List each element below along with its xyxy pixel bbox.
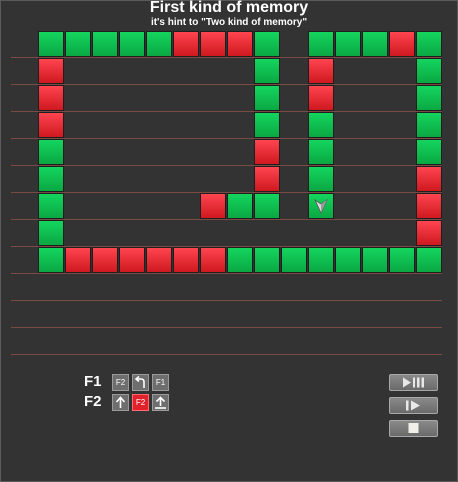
board-tile-green (38, 247, 64, 273)
board-tile-red (254, 139, 280, 165)
board-tile-red (416, 193, 442, 219)
board-tile-green (362, 247, 388, 273)
board-tile-red (200, 31, 226, 57)
stop-icon (408, 423, 419, 433)
board-tile-green (227, 247, 253, 273)
board-tile-green (254, 58, 280, 84)
stop-button[interactable] (389, 420, 438, 437)
f2-slot-3[interactable] (152, 394, 169, 411)
board-tile-red (416, 166, 442, 192)
board-tile-green (38, 166, 64, 192)
board-tile-green (362, 31, 388, 57)
board-tile-green (416, 139, 442, 165)
board-tile-red (416, 220, 442, 246)
f2-slot-2-call-f2[interactable]: F2 (132, 394, 149, 411)
board-tile-green (416, 85, 442, 111)
board-tile-green (227, 193, 253, 219)
function-f2-label: F2 (84, 393, 102, 410)
f1-slot-3-call-f1[interactable]: F1 (152, 374, 169, 391)
board-tile-red (92, 247, 118, 273)
board-tile-green (416, 31, 442, 57)
board-tile-green (308, 112, 334, 138)
board-tile-green (308, 247, 334, 273)
board-tile-red (173, 247, 199, 273)
function-f1-label: F1 (84, 373, 102, 390)
board-tile-red (38, 112, 64, 138)
game-board (38, 31, 443, 274)
board-tile-red (200, 193, 226, 219)
board-tile-green (92, 31, 118, 57)
board-tile-red (308, 58, 334, 84)
board-tile-green (416, 112, 442, 138)
board-tile-red (65, 247, 91, 273)
puzzle-subtitle: it's hint to "Two kind of memory" (150, 17, 308, 28)
board-tile-red (227, 31, 253, 57)
board-tile-green (389, 247, 415, 273)
board-tile-red (38, 58, 64, 84)
turn-left-icon (134, 375, 145, 388)
board-tile-green (38, 193, 64, 219)
board-tile-red (308, 85, 334, 111)
board-tile-green (38, 31, 64, 57)
slot-label: F1 (155, 378, 166, 387)
grid-line (11, 327, 442, 328)
board-tile-green (254, 193, 280, 219)
board-tile-green (335, 247, 361, 273)
paint-up-icon (155, 396, 166, 409)
robot-arrow-icon (311, 196, 331, 216)
play-pause-icon (403, 377, 424, 388)
slot-label: F2 (115, 378, 126, 387)
grid-line (11, 300, 442, 301)
board-tile-red (254, 166, 280, 192)
board-tile-green (281, 247, 307, 273)
f1-slot-1-call-f2[interactable]: F2 (112, 374, 129, 391)
grid-line (11, 354, 442, 355)
board-tile-red (146, 247, 172, 273)
board-tile-green (416, 247, 442, 273)
board-tile-red (389, 31, 415, 57)
board-tile-green (254, 112, 280, 138)
f2-slot-1[interactable] (112, 394, 129, 411)
step-icon (406, 400, 420, 411)
step-button[interactable] (389, 397, 438, 414)
board-tile-red (119, 247, 145, 273)
board-tile-green (416, 58, 442, 84)
board-tile-green (38, 139, 64, 165)
board-tile-green (308, 166, 334, 192)
board-tile-green (254, 31, 280, 57)
board-tile-green (38, 220, 64, 246)
arrow-up-icon (115, 396, 126, 408)
board-tile-green (146, 31, 172, 57)
board-tile-green (308, 139, 334, 165)
f1-slot-2[interactable] (132, 374, 149, 391)
board-tile-green (335, 31, 361, 57)
play-pause-button[interactable] (389, 374, 438, 391)
puzzle-title: First kind of memory (149, 0, 309, 16)
slot-label: F2 (135, 398, 146, 407)
board-tile-red (173, 31, 199, 57)
board-tile-green (254, 247, 280, 273)
board-tile-green (254, 85, 280, 111)
board-tile-green (119, 31, 145, 57)
board-tile-red (38, 85, 64, 111)
board-tile-green (308, 31, 334, 57)
board-tile-red (200, 247, 226, 273)
board-tile-green (65, 31, 91, 57)
